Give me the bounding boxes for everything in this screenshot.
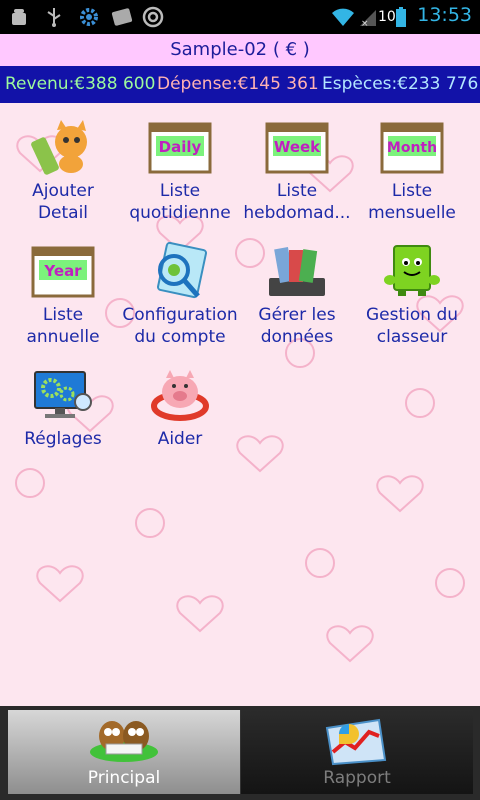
tab-label: Rapport: [323, 768, 391, 788]
menu-item-liste-annuelle[interactable]: Year Liste annuelle: [5, 242, 121, 348]
menu-item-liste-quotidienne[interactable]: Daily Liste quotidienne: [122, 118, 238, 224]
menu-item-gerer-donnees[interactable]: Gérer les données: [239, 242, 355, 348]
tab-rapport[interactable]: Rapport: [241, 710, 473, 794]
owls-tab-icon: [90, 721, 158, 762]
no-signal-icon: ×: [360, 10, 376, 28]
menu-item-gestion-classeur[interactable]: Gestion du classeur: [354, 242, 470, 348]
piggy-bank-icon: [151, 370, 209, 421]
summary-bar: Revenu:€388 600 Dépense:€145 361 Espèces…: [0, 66, 480, 103]
account-config-icon: [157, 242, 207, 299]
calendar-year-icon: Year: [31, 246, 95, 298]
menu-item-reglages[interactable]: Réglages: [5, 366, 121, 450]
settings-monitor-icon: [34, 371, 92, 418]
svg-text:Month: Month: [387, 140, 437, 156]
calendar-daily-icon: Daily: [148, 122, 212, 174]
menu-item-liste-mensuelle[interactable]: Month Liste mensuelle: [354, 118, 470, 224]
menu-label: Aider: [157, 429, 203, 449]
menu-label: Liste mensuelle: [368, 181, 456, 223]
usb-icon: [47, 8, 61, 27]
chart-tab-icon: [325, 718, 387, 766]
svg-text:Year: Year: [43, 262, 82, 280]
clock: 13:53: [417, 4, 472, 26]
gear-icon: [80, 8, 98, 26]
status-bar: × 100 13:53: [0, 0, 480, 34]
menu-label: Ajouter Detail: [32, 181, 94, 223]
menu-item-configuration-compte[interactable]: Configuration du compte: [122, 242, 238, 348]
menu-item-aider[interactable]: Aider: [122, 366, 238, 450]
svg-text:Daily: Daily: [159, 138, 202, 156]
bottom-tab-bar: Principal Rapport: [0, 706, 480, 800]
battery-icon: [396, 7, 406, 27]
calendar-week-icon: Week: [265, 122, 329, 174]
tab-label: Principal: [87, 768, 161, 788]
menu-label: Réglages: [24, 429, 102, 449]
green-book-icon: [384, 245, 440, 296]
menu-item-liste-hebdomadaire[interactable]: Week Liste hebdomad...: [239, 118, 355, 224]
calendar-month-icon: Month: [380, 122, 444, 174]
tab-principal[interactable]: Principal: [8, 710, 242, 794]
cat-pencil-icon: [31, 120, 87, 175]
svg-text:×: ×: [361, 19, 369, 28]
menu-label: Configuration du compte: [122, 305, 238, 347]
menu-item-ajouter-detail[interactable]: Ajouter Detail: [5, 118, 121, 224]
cash-total: Espèces:€233 776: [322, 74, 479, 94]
menu-label: Liste quotidienne: [129, 181, 231, 223]
menu-label: Gérer les données: [258, 305, 336, 347]
sd-card-icon: [111, 8, 133, 26]
expense-total: Dépense:€145 361: [157, 74, 319, 94]
svg-text:Week: Week: [274, 138, 321, 156]
revenue-total: Revenu:€388 600: [5, 74, 156, 94]
data-folders-icon: [269, 247, 325, 296]
android-debug-icon: [12, 9, 26, 25]
wifi-icon: [332, 8, 354, 26]
record-icon: [142, 6, 164, 28]
menu-label: Liste hebdomad...: [243, 181, 351, 223]
menu-label: Gestion du classeur: [365, 305, 459, 347]
page-title: Sample-02 ( € ): [0, 34, 480, 66]
menu-label: Liste annuelle: [26, 305, 100, 347]
